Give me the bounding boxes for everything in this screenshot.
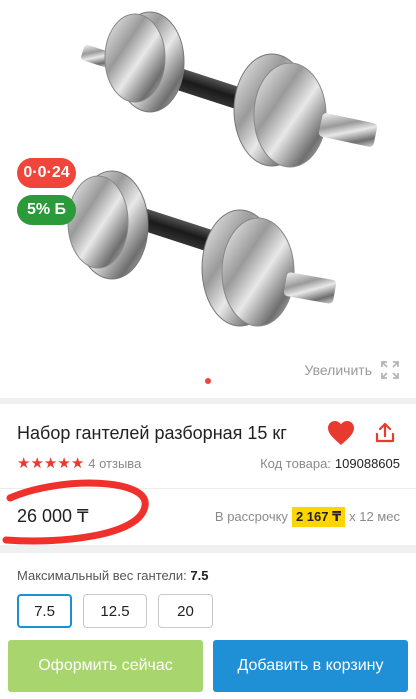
share-button[interactable] xyxy=(368,418,402,448)
installment-badge: 0·0·24 xyxy=(17,158,76,188)
product-code-label: Код товара: xyxy=(260,455,331,471)
installment-suffix: x 12 мес xyxy=(349,509,400,524)
gallery-page-indicator xyxy=(205,378,211,384)
product-price: 26 000 ₸ xyxy=(17,506,89,526)
installment-offer[interactable]: В рассрочку 2 167 ₸ x 12 мес xyxy=(214,506,400,527)
product-code: Код товара: 109088605 xyxy=(260,456,400,471)
add-to-cart-button[interactable]: Добавить в корзину xyxy=(213,640,408,692)
favorite-button[interactable] xyxy=(324,418,358,448)
product-gallery[interactable]: 0·0·24 5% Б Увеличить xyxy=(0,0,416,398)
product-code-value: 109088605 xyxy=(334,455,400,471)
section-divider xyxy=(0,545,416,553)
star-icon: ★ xyxy=(57,455,71,472)
weight-option[interactable]: 7.5 xyxy=(17,594,72,628)
price-row: 26 000 ₸ В рассрочку 2 167 ₸ x 12 мес xyxy=(17,506,400,527)
rating[interactable]: ★ ★ ★ ★ ★ 4 отзыва xyxy=(17,454,141,472)
share-icon xyxy=(375,422,395,443)
dumbbell-product-image[interactable] xyxy=(40,0,380,340)
installment-amount: 2 167 ₸ xyxy=(291,506,346,527)
weight-selector-label: Максимальный вес гантели: 7.5 xyxy=(17,568,208,583)
weight-option[interactable]: 12.5 xyxy=(83,594,147,628)
star-icon: ★ xyxy=(30,455,44,472)
action-bar: Оформить сейчас Добавить в корзину xyxy=(8,640,408,692)
weight-option[interactable]: 20 xyxy=(158,594,213,628)
star-icon: ★ xyxy=(43,455,58,472)
product-title: Набор гантелей разборная 15 кг xyxy=(17,422,287,443)
buy-now-button[interactable]: Оформить сейчас xyxy=(8,640,203,692)
product-meta-row: ★ ★ ★ ★ ★ 4 отзыва Код товара: 109088605 xyxy=(17,454,400,472)
product-title-row: Набор гантелей разборная 15 кг xyxy=(17,418,402,448)
weight-label-text: Максимальный вес гантели: xyxy=(17,568,187,583)
section-divider xyxy=(0,398,416,404)
bonus-badge: 5% Б xyxy=(17,195,76,225)
star-icon: ★ xyxy=(17,455,31,472)
weight-selected-value: 7.5 xyxy=(190,568,209,583)
installment-prefix: В рассрочку xyxy=(214,509,288,524)
zoom-label: Увеличить xyxy=(304,362,372,378)
divider xyxy=(0,488,416,489)
expand-icon xyxy=(381,361,399,379)
star-icon: ★ xyxy=(70,455,85,472)
zoom-button[interactable]: Увеличить xyxy=(304,360,400,380)
heart-icon xyxy=(328,421,354,445)
review-count[interactable]: 4 отзыва xyxy=(88,456,141,471)
weight-options: 7.5 12.5 20 xyxy=(17,594,213,628)
